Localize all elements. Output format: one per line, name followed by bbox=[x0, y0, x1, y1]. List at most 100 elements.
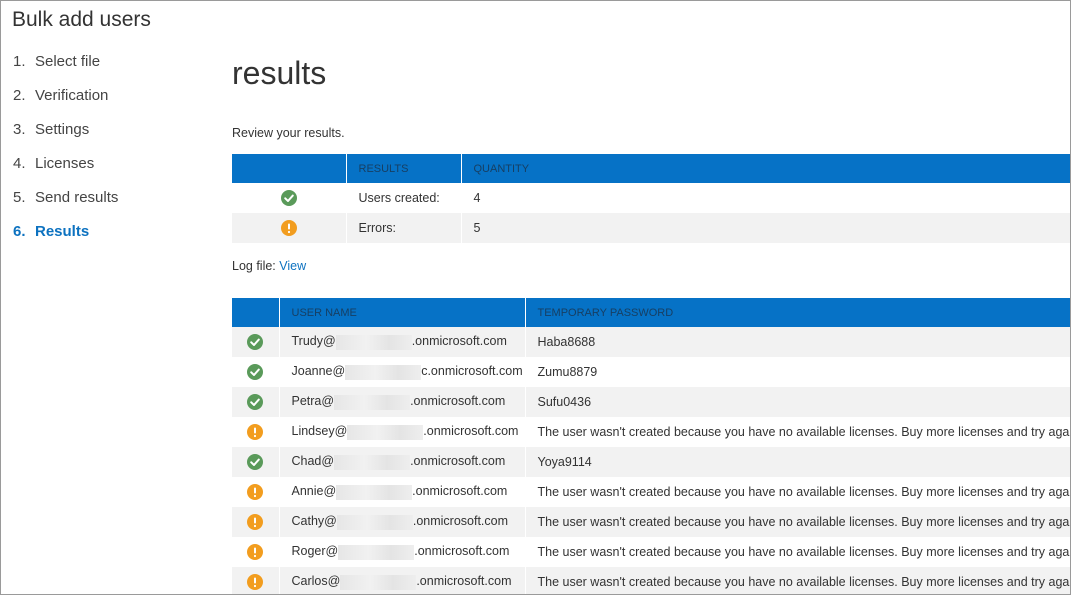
status-cell bbox=[232, 417, 279, 447]
exclamation-icon bbox=[247, 574, 264, 590]
exclamation-icon bbox=[247, 484, 264, 500]
user-domain: .onmicrosoft.com bbox=[412, 514, 509, 529]
step-select-file[interactable]: 1. Select file bbox=[13, 53, 118, 87]
temporary-password-header: TEMPORARY PASSWORD bbox=[524, 298, 1070, 327]
redacted-tenant bbox=[347, 424, 424, 440]
user-domain: .onmicrosoft.com bbox=[423, 424, 519, 439]
result-label: Errors: bbox=[345, 213, 461, 243]
page-title: results bbox=[232, 55, 327, 91]
user-domain: .onmicrosoft.com bbox=[410, 394, 506, 409]
user-name-cell: Joanne@ c.onmicrosoft.com bbox=[278, 357, 525, 387]
checkmark-icon bbox=[247, 394, 264, 410]
exclamation-icon bbox=[247, 424, 264, 440]
user-name: Cathy@ bbox=[291, 514, 337, 529]
checkmark-icon bbox=[247, 454, 264, 470]
user-name: Roger@ bbox=[291, 544, 339, 559]
user-row: Roger@ .onmicrosoft.com The user wasn't cr… bbox=[232, 537, 1070, 567]
wizard-window: Bulk add users 1. Select file 2. Verificat… bbox=[0, 0, 1071, 595]
checkmark-icon bbox=[247, 364, 264, 380]
redacted-tenant bbox=[334, 454, 411, 470]
view-log-link[interactable]: View bbox=[279, 259, 306, 273]
summary-row: Errors: 5 bbox=[232, 213, 1070, 243]
status-cell bbox=[232, 507, 279, 537]
user-row: Annie@ .onmicrosoft.com The user wasn't cr… bbox=[232, 477, 1070, 507]
temporary-password: The user wasn't created because you have… bbox=[524, 477, 1070, 507]
users-table: USER NAME TEMPORARY PASSWORD Trudy@ .onmi… bbox=[232, 298, 1070, 594]
result-label: Users created: bbox=[345, 183, 461, 213]
user-row: Joanne@ c.onmicrosoft.com Zumu8879 bbox=[232, 357, 1070, 387]
temporary-password: Sufu0436 bbox=[524, 387, 1070, 417]
user-name: Joanne@ bbox=[291, 364, 346, 379]
status-cell bbox=[232, 567, 279, 594]
user-name-cell: Roger@ .onmicrosoft.com bbox=[278, 537, 525, 567]
user-row: Chad@ .onmicrosoft.com Yoya9114 bbox=[232, 447, 1070, 477]
summary-table: RESULTS QUANTITY Users created: 4 Errors: 5 bbox=[232, 154, 1070, 243]
summary-status-header bbox=[232, 154, 346, 183]
redacted-tenant bbox=[335, 334, 412, 350]
status-cell bbox=[232, 357, 279, 387]
step-number: 5. bbox=[13, 189, 26, 206]
user-row: Lindsey@ .onmicrosoft.com The user wasn't … bbox=[232, 417, 1070, 447]
user-row: Carlos@ .onmicrosoft.com The user wasn't c… bbox=[232, 567, 1070, 594]
user-name-cell: Carlos@ .onmicrosoft.com bbox=[278, 567, 525, 594]
user-domain: c.onmicrosoft.com bbox=[421, 364, 523, 379]
step-number: 4. bbox=[13, 155, 26, 172]
step-verification[interactable]: 2. Verification bbox=[13, 87, 118, 121]
exclamation-icon bbox=[280, 220, 297, 236]
user-name-header: USER NAME bbox=[278, 298, 525, 327]
result-quantity: 4 bbox=[460, 183, 1070, 213]
status-cell bbox=[232, 183, 346, 213]
result-quantity: 5 bbox=[460, 213, 1070, 243]
summary-results-header: RESULTS bbox=[345, 154, 461, 183]
checkmark-icon bbox=[280, 190, 297, 206]
user-name: Trudy@ bbox=[291, 334, 336, 349]
step-label: Send results bbox=[35, 189, 119, 206]
user-name: Carlos@ bbox=[291, 574, 341, 589]
user-name-cell: Cathy@ .onmicrosoft.com bbox=[278, 507, 525, 537]
user-name-cell: Chad@ .onmicrosoft.com bbox=[278, 447, 525, 477]
exclamation-icon bbox=[247, 514, 264, 530]
temporary-password: Yoya9114 bbox=[524, 447, 1070, 477]
log-file-label: Log file: bbox=[232, 259, 276, 273]
redacted-tenant bbox=[336, 514, 413, 530]
status-cell bbox=[232, 537, 279, 567]
temporary-password: Haba8688 bbox=[524, 327, 1070, 357]
intro-text: Review your results. bbox=[232, 126, 345, 140]
temporary-password: The user wasn't created because you have… bbox=[524, 507, 1070, 537]
step-results[interactable]: 6. Results bbox=[13, 223, 118, 257]
step-number: 1. bbox=[13, 53, 26, 70]
log-file-line: Log file: View bbox=[232, 259, 306, 273]
user-name: Chad@ bbox=[291, 454, 335, 469]
step-number: 6. bbox=[13, 223, 26, 240]
status-cell bbox=[232, 387, 279, 417]
user-row: Cathy@ .onmicrosoft.com The user wasn't cr… bbox=[232, 507, 1070, 537]
step-licenses[interactable]: 4. Licenses bbox=[13, 155, 118, 189]
step-label: Results bbox=[35, 223, 90, 240]
summary-header-row: RESULTS QUANTITY bbox=[232, 154, 1070, 183]
status-cell bbox=[232, 213, 346, 243]
user-name-cell: Petra@ .onmicrosoft.com bbox=[278, 387, 525, 417]
step-settings[interactable]: 3. Settings bbox=[13, 121, 118, 155]
wizard-title: Bulk add users bbox=[12, 8, 151, 31]
redacted-tenant bbox=[340, 574, 417, 590]
step-send-results[interactable]: 5. Send results bbox=[13, 189, 118, 223]
status-cell bbox=[232, 327, 279, 357]
step-label: Verification bbox=[35, 87, 109, 104]
user-name-cell: Annie@ .onmicrosoft.com bbox=[278, 477, 525, 507]
user-domain: .onmicrosoft.com bbox=[410, 454, 506, 469]
user-name: Lindsey@ bbox=[291, 424, 348, 439]
step-label: Licenses bbox=[35, 155, 95, 172]
user-name: Petra@ bbox=[291, 394, 335, 409]
user-row: Trudy@ .onmicrosoft.com Haba8688 bbox=[232, 327, 1070, 357]
wizard-steps: 1. Select file 2. Verification 3. Settings … bbox=[13, 53, 118, 257]
user-domain: .onmicrosoft.com bbox=[416, 574, 512, 589]
temporary-password: The user wasn't created because you have… bbox=[524, 567, 1070, 594]
redacted-tenant bbox=[345, 364, 422, 380]
step-label: Settings bbox=[35, 121, 90, 138]
users-status-header bbox=[232, 298, 279, 327]
redacted-tenant bbox=[334, 394, 411, 410]
exclamation-icon bbox=[247, 544, 264, 560]
step-number: 2. bbox=[13, 87, 26, 104]
user-domain: .onmicrosoft.com bbox=[411, 334, 507, 349]
summary-row: Users created: 4 bbox=[232, 183, 1070, 213]
